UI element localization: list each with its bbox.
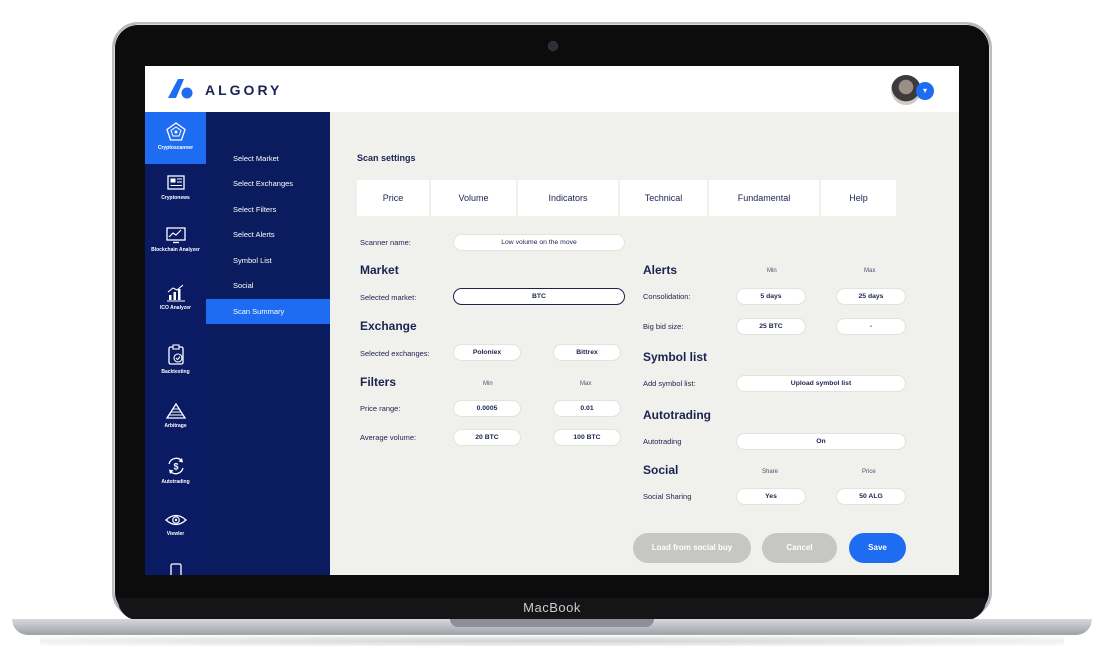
cancel-button[interactable]: Cancel: [762, 533, 837, 563]
social-price-field[interactable]: 50 ALG: [836, 488, 906, 505]
tab-fundamental[interactable]: Fundamental: [709, 180, 819, 216]
price-max-field[interactable]: 0.01: [553, 400, 621, 417]
social-share-field[interactable]: Yes: [736, 488, 806, 505]
scanner-name-input[interactable]: Low volume on the move: [453, 234, 625, 251]
tab-help[interactable]: Help: [821, 180, 896, 216]
symbol-list-heading: Symbol list: [643, 350, 708, 364]
consolidation-max-field[interactable]: 25 days: [836, 288, 906, 305]
app-screen: ALGORY ▾ Cryptoscanner Cryptonews Blockc…: [145, 66, 959, 575]
rail-item-blockchain-analyzer[interactable]: Blockchain Analyzer: [145, 216, 206, 274]
alerts-heading: Alerts: [643, 263, 678, 277]
rail-label: Cryptoscanner: [157, 145, 194, 151]
sub-nav: Select Market Select Exchanges Select Fi…: [206, 112, 330, 575]
pyramid-icon: [165, 402, 186, 419]
market-heading: Market: [360, 263, 399, 277]
selected-market-field[interactable]: BTC: [453, 288, 625, 305]
tab-technical[interactable]: Technical: [620, 180, 707, 216]
rail-item-cryptonews[interactable]: Cryptonews: [145, 164, 206, 216]
device-brand: MacBook: [523, 600, 581, 615]
svg-text:$: $: [173, 462, 178, 472]
laptop-shadow: [40, 636, 1064, 646]
volume-min-field[interactable]: 20 BTC: [453, 429, 521, 446]
dollar-cycle-icon: $: [167, 457, 184, 475]
social-heading: Social: [643, 463, 679, 477]
main-panel: Scan settings Price Volume Indicators Te…: [330, 112, 959, 575]
subnav-symbol-list[interactable]: Symbol List: [206, 248, 330, 273]
big-bid-max-field[interactable]: -: [836, 318, 906, 335]
load-from-social-buy-button[interactable]: Load from social buy: [633, 533, 751, 563]
device-icon: [169, 563, 182, 575]
save-button[interactable]: Save: [849, 533, 906, 563]
consolidation-label: Consolidation:: [643, 292, 691, 301]
rail-item-arbitrage[interactable]: Arbitrage: [145, 392, 206, 446]
rail-label: ICO Analyzer: [160, 305, 191, 311]
bar-chart-icon: [166, 284, 185, 302]
rail-label: Backtesting: [161, 369, 190, 375]
add-symbol-list-label: Add symbol list:: [643, 379, 696, 388]
autotrading-toggle[interactable]: On: [736, 433, 906, 450]
alerts-min-header: Min: [767, 268, 777, 274]
subnav-social[interactable]: Social: [206, 273, 330, 298]
social-price-header: Price: [862, 469, 876, 475]
rail-item-backtesting[interactable]: Backtesting: [145, 334, 206, 390]
rail-item-more[interactable]: [145, 560, 206, 575]
subnav-select-market[interactable]: Select Market: [206, 146, 330, 171]
page-title: Scan settings: [357, 153, 416, 163]
chevron-down-icon[interactable]: ▾: [916, 82, 934, 100]
tab-indicators[interactable]: Indicators: [518, 180, 618, 216]
rail-item-autotrading[interactable]: $ Autotrading: [145, 446, 206, 500]
upload-symbol-list-button[interactable]: Upload symbol list: [736, 375, 906, 392]
logo-text[interactable]: ALGORY: [205, 82, 282, 98]
rail-item-ico-analyzer[interactable]: ICO Analyzer: [145, 274, 206, 328]
rail-label: Viewler: [166, 531, 185, 537]
autotrading-label: Autotrading: [643, 437, 682, 446]
subnav-select-filters[interactable]: Select Filters: [206, 197, 330, 222]
social-sharing-label: Social Sharing: [643, 492, 692, 501]
settings-tabs: Price Volume Indicators Technical Fundam…: [357, 180, 898, 216]
selected-market-label: Selected market:: [360, 293, 417, 302]
rail-item-cryptoscanner[interactable]: Cryptoscanner: [145, 112, 206, 164]
exchange-chip-poloniex[interactable]: Poloniex: [453, 344, 521, 361]
filters-heading: Filters: [360, 375, 397, 389]
exchange-chip-bittrex[interactable]: Bittrex: [553, 344, 621, 361]
camera: [549, 42, 557, 50]
rail-label: Autotrading: [161, 479, 190, 485]
clipboard-check-icon: [167, 344, 184, 365]
radar-icon: [165, 122, 186, 141]
filters-min-header: Min: [483, 381, 493, 387]
subnav-scan-summary[interactable]: Scan Summary: [206, 299, 330, 324]
scanner-name-label: Scanner name:: [360, 238, 411, 247]
average-volume-label: Average volume:: [360, 433, 417, 442]
laptop-notch: [450, 619, 654, 627]
tab-price[interactable]: Price: [357, 180, 429, 216]
autotrading-heading: Autotrading: [643, 408, 711, 422]
big-bid-min-field[interactable]: 25 BTC: [736, 318, 806, 335]
filters-max-header: Max: [580, 381, 592, 387]
price-range-label: Price range:: [360, 404, 401, 413]
rail-item-viewler[interactable]: Viewler: [145, 502, 206, 556]
tab-volume[interactable]: Volume: [431, 180, 516, 216]
alerts-max-header: Max: [864, 268, 876, 274]
price-min-field[interactable]: 0.0005: [453, 400, 521, 417]
rail-label: Cryptonews: [161, 195, 190, 201]
exchange-heading: Exchange: [360, 319, 417, 333]
big-bid-label: Big bid size:: [643, 322, 684, 331]
subnav-select-exchanges[interactable]: Select Exchanges: [206, 171, 330, 196]
chart-monitor-icon: [165, 227, 186, 244]
subnav-select-alerts[interactable]: Select Alerts: [206, 222, 330, 247]
rail-label: Arbitrage: [164, 423, 187, 429]
top-bar: ALGORY ▾: [145, 66, 959, 112]
selected-exchanges-label: Selected exchanges:: [360, 349, 430, 358]
newspaper-icon: [166, 175, 185, 190]
eye-icon: [164, 514, 187, 526]
consolidation-min-field[interactable]: 5 days: [736, 288, 806, 305]
social-share-header: Share: [762, 469, 779, 475]
volume-max-field[interactable]: 100 BTC: [553, 429, 621, 446]
icon-rail: Cryptoscanner Cryptonews Blockchain Anal…: [145, 112, 206, 575]
logo-icon[interactable]: [165, 77, 195, 99]
rail-label: Blockchain Analyzer: [151, 247, 200, 253]
